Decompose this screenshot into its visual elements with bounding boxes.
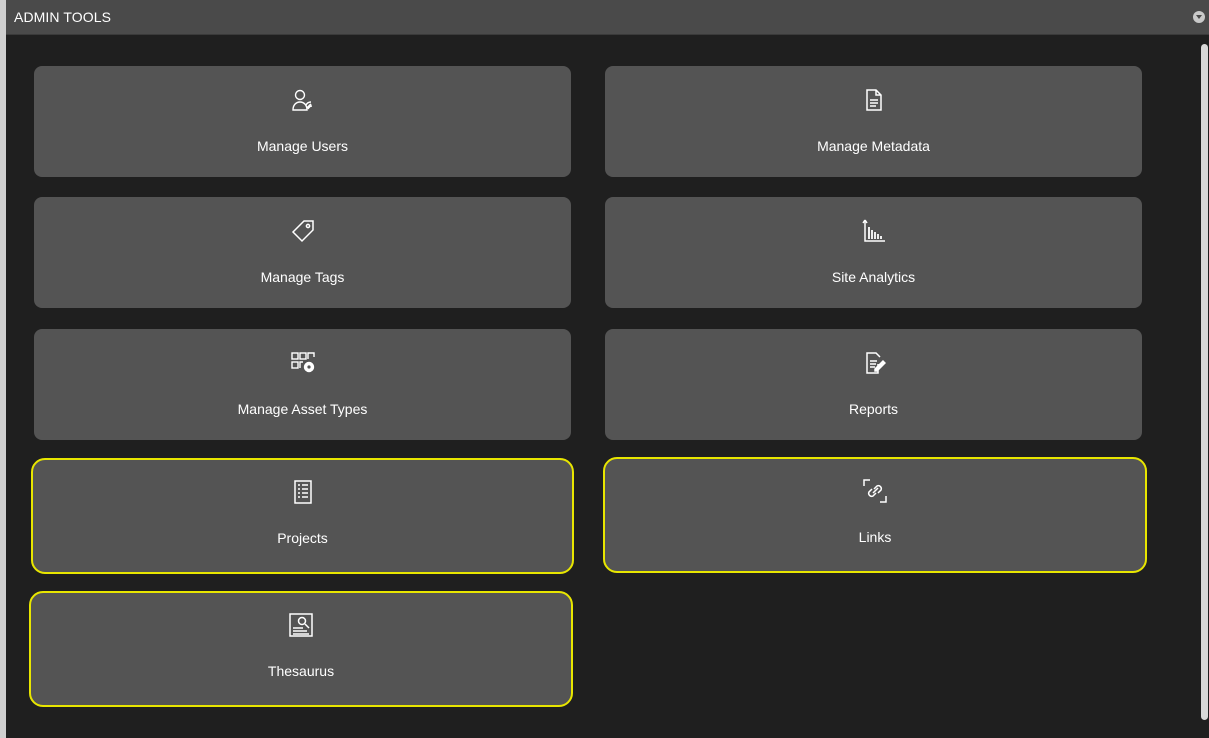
links-button[interactable]: Links xyxy=(603,457,1147,573)
grid-gear-icon xyxy=(290,351,315,375)
thesaurus-button[interactable]: Thesaurus xyxy=(29,591,573,707)
search-document-icon xyxy=(289,613,313,637)
link-icon xyxy=(863,479,887,503)
reports-button[interactable]: Reports xyxy=(605,329,1142,440)
users-icon xyxy=(291,88,315,112)
tile-label: Site Analytics xyxy=(831,269,916,285)
tile-label: Thesaurus xyxy=(267,663,335,679)
scrollbar[interactable] xyxy=(1201,44,1208,720)
projects-button[interactable]: Projects xyxy=(31,458,574,574)
bar-chart-icon xyxy=(861,219,886,243)
manage-asset-types-button[interactable]: Manage Asset Types xyxy=(34,329,571,440)
tile-label: Manage Asset Types xyxy=(237,401,368,417)
collapse-icon[interactable] xyxy=(1193,11,1205,23)
manage-metadata-button[interactable]: Manage Metadata xyxy=(605,66,1142,177)
tile-label: Manage Tags xyxy=(260,269,345,285)
panel-header: ADMIN TOOLS xyxy=(6,0,1209,35)
tile-label: Links xyxy=(858,529,892,545)
admin-tools-panel: ADMIN TOOLS Manage Users Manage Metadata xyxy=(0,0,1209,738)
window-edge xyxy=(0,0,6,738)
tag-icon xyxy=(291,219,315,243)
tile-label: Projects xyxy=(277,530,328,546)
panel-title: ADMIN TOOLS xyxy=(14,9,112,25)
manage-tags-button[interactable]: Manage Tags xyxy=(34,197,571,308)
tile-label: Manage Metadata xyxy=(817,138,930,154)
document-icon xyxy=(862,88,886,112)
tile-label: Manage Users xyxy=(256,138,349,154)
report-edit-icon xyxy=(862,351,886,375)
manage-users-button[interactable]: Manage Users xyxy=(34,66,571,177)
site-analytics-button[interactable]: Site Analytics xyxy=(605,197,1142,308)
tile-label: Reports xyxy=(848,401,899,417)
list-document-icon xyxy=(291,480,315,504)
